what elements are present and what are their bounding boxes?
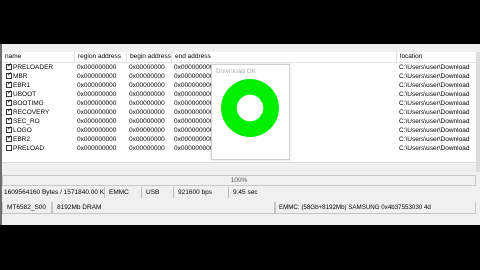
cell-location: C:\Users\user\Download xyxy=(399,145,470,152)
partition-checkbox[interactable] xyxy=(6,81,12,88)
cell-begin-address: 0x00000000 xyxy=(129,145,165,152)
cell-name: UBOOT xyxy=(13,91,37,98)
cell-begin-address: 0x00000000 xyxy=(129,127,165,134)
cell-region-address: 0x000000000 xyxy=(77,82,117,89)
cell-name: EBR2 xyxy=(13,136,30,143)
cell-begin-address: 0x00000000 xyxy=(129,109,165,116)
cell-location: C:\Users\user\Download xyxy=(399,136,470,143)
cell-location: C:\Users\user\Download xyxy=(399,109,470,116)
cell-name: PRELOAD xyxy=(13,145,45,152)
status-bytes: 1609564160 Bytes / 1571840.00 KB xyxy=(0,187,105,198)
column-header-name[interactable]: name xyxy=(2,52,75,62)
cell-region-address: 0x000000000 xyxy=(77,91,117,98)
cell-name: MBR xyxy=(13,73,28,80)
column-header-end-address[interactable]: end address xyxy=(172,52,397,62)
cell-location: C:\Users\user\Download xyxy=(399,82,470,89)
table-horizontal-scrollbar[interactable] xyxy=(2,162,476,172)
cell-region-address: 0x000000000 xyxy=(77,73,117,80)
download-progress-bar: 100% xyxy=(2,175,476,186)
partition-checkbox[interactable] xyxy=(6,63,12,70)
cell-region-address: 0x000000000 xyxy=(77,136,117,143)
cell-region-address: 0x000000000 xyxy=(77,109,117,116)
cell-name: PRELOADER xyxy=(13,64,54,71)
cell-region-address: 0x000000000 xyxy=(77,127,117,134)
cell-begin-address: 0x00000000 xyxy=(129,136,165,143)
partition-checkbox[interactable] xyxy=(6,108,12,115)
cell-region-address: 0x000000000 xyxy=(77,118,117,125)
status-speed: 921600 bps xyxy=(174,187,229,198)
column-header-begin-address[interactable]: begin address xyxy=(127,52,172,62)
cell-name: BOOTIMG xyxy=(13,100,44,107)
cell-location: C:\Users\user\Download xyxy=(399,127,470,134)
success-ring-icon xyxy=(221,79,279,137)
cell-name: LOGO xyxy=(13,127,32,134)
status-port: USB xyxy=(142,187,174,198)
partition-checkbox[interactable] xyxy=(6,90,12,97)
cell-begin-address: 0x00000000 xyxy=(129,73,165,80)
cell-region-address: 0x000000000 xyxy=(77,64,117,71)
cell-location: C:\Users\user\Download xyxy=(399,100,470,107)
dialog-title: Download OK xyxy=(216,68,257,75)
progress-text: 100% xyxy=(230,177,248,184)
info-emmc: EMMC: (58Gb+8192Mb) SAMSUNG 0x4b37553030… xyxy=(275,202,476,214)
column-header-region-address[interactable]: region address xyxy=(75,52,127,62)
cell-name: SEC_RO xyxy=(13,118,40,125)
table-vertical-scrollbar[interactable] xyxy=(476,52,480,172)
cell-begin-address: 0x00000000 xyxy=(129,82,165,89)
partition-checkbox[interactable] xyxy=(6,117,12,124)
partition-checkbox[interactable] xyxy=(6,99,12,106)
column-header-location[interactable]: location xyxy=(397,52,476,62)
partition-checkbox[interactable] xyxy=(6,135,12,142)
cell-begin-address: 0x00000000 xyxy=(129,100,165,107)
cell-begin-address: 0x00000000 xyxy=(129,91,165,98)
cell-location: C:\Users\user\Download xyxy=(399,73,470,80)
cell-name: EBR1 xyxy=(13,82,30,89)
cell-location: C:\Users\user\Download xyxy=(399,64,470,71)
info-dram: 8192Mb DRAM xyxy=(52,202,275,214)
cell-location: C:\Users\user\Download xyxy=(399,118,470,125)
cell-region-address: 0x000000000 xyxy=(77,100,117,107)
partition-checkbox[interactable] xyxy=(6,145,12,151)
table-header: name region address begin address end ad… xyxy=(2,52,476,63)
cell-location: C:\Users\user\Download xyxy=(399,91,470,98)
cell-begin-address: 0x00000000 xyxy=(129,64,165,71)
info-chip: MT6582_S00 xyxy=(2,202,52,214)
partition-checkbox[interactable] xyxy=(6,72,12,79)
status-elapsed-time: 9:45 sec xyxy=(233,189,258,196)
status-storage-type: EMMC xyxy=(105,187,142,198)
cell-begin-address: 0x00000000 xyxy=(129,118,165,125)
cell-name: RECOVERY xyxy=(13,109,50,116)
download-ok-dialog: Download OK xyxy=(211,64,290,160)
cell-region-address: 0x000000000 xyxy=(77,145,117,152)
partition-checkbox[interactable] xyxy=(6,126,12,133)
